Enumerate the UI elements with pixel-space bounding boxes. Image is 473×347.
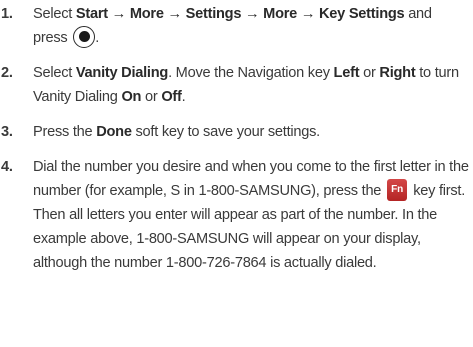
step-text-part: .	[181, 89, 186, 105]
right-label: Right	[379, 65, 416, 81]
on-label: On	[121, 89, 142, 105]
step-3: 3. Press the Done soft key to save your …	[0, 120, 473, 144]
steps-list: 1. Select Start → More → Settings → More…	[0, 2, 473, 275]
step-text: Select Vanity Dialing. Move the Navigati…	[33, 61, 473, 109]
step-text-part: or	[359, 65, 380, 81]
step-text-part: Select	[33, 6, 76, 22]
off-label: Off	[161, 89, 182, 105]
step-text-part: Select	[33, 65, 76, 81]
step-4: 4. Dial the number you desire and when y…	[0, 155, 473, 275]
step-number: 4.	[1, 159, 13, 175]
step-text-part: . Move the Navigation key	[168, 65, 334, 81]
step-text-part: soft key to save your settings.	[131, 124, 320, 140]
left-label: Left	[333, 65, 360, 81]
done-label: Done	[96, 124, 132, 140]
step-text: Dial the number you desire and when you …	[33, 155, 473, 275]
step-number: 3.	[1, 124, 13, 140]
step-text-part: or	[141, 89, 162, 105]
step-text-part: Press the	[33, 124, 97, 140]
step-text-part: .	[95, 30, 100, 46]
fn-key-icon: Fn	[387, 178, 408, 201]
instruction-page: 1. Select Start → More → Settings → More…	[0, 0, 473, 347]
menu-path: Start → More → Settings → More → Key Set…	[75, 6, 405, 22]
step-text: Select Start → More → Settings → More → …	[33, 2, 473, 50]
step-number: 2.	[1, 65, 13, 81]
step-1: 1. Select Start → More → Settings → More…	[0, 2, 473, 50]
step-text: Press the Done soft key to save your set…	[33, 120, 473, 144]
step-2: 2. Select Vanity Dialing. Move the Navig…	[0, 61, 473, 109]
ok-key-icon	[73, 25, 96, 48]
vanity-dialing-label: Vanity Dialing	[75, 65, 169, 81]
step-number: 1.	[1, 6, 13, 22]
